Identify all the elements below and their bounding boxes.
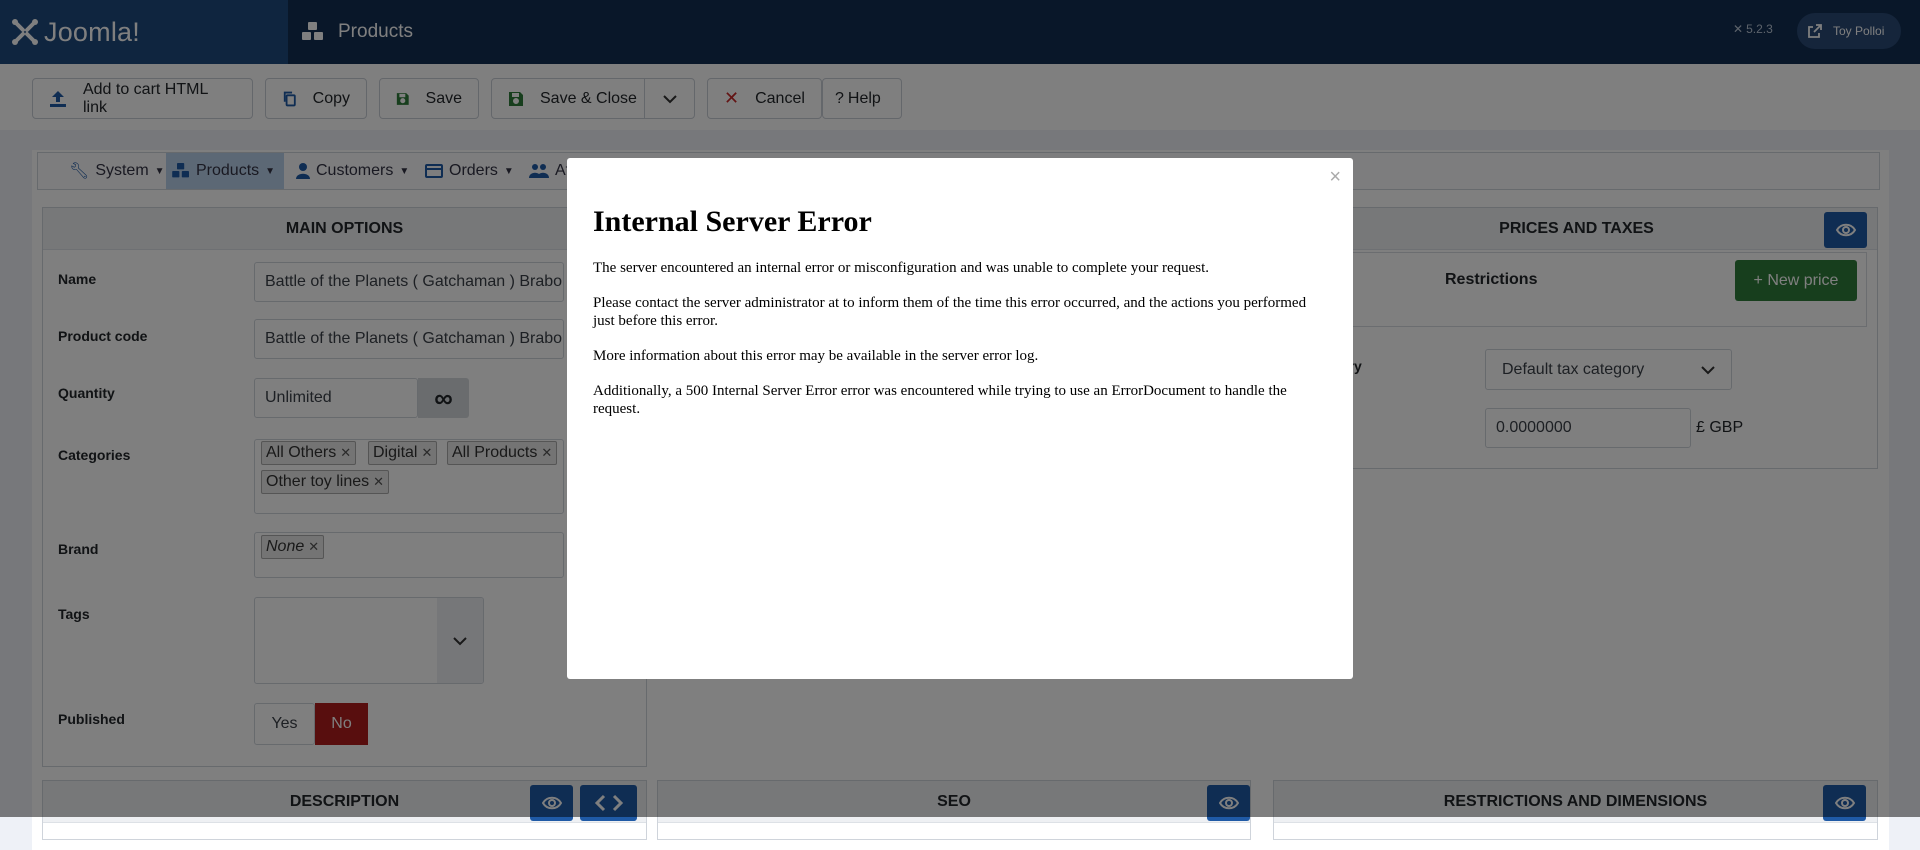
error-paragraph: Additionally, a 500 Internal Server Erro… — [593, 383, 1287, 417]
error-title: Internal Server Error — [593, 205, 872, 238]
modal-close-button[interactable]: × — [1329, 166, 1341, 189]
error-paragraph: The server encountered an internal error… — [593, 260, 1210, 276]
error-paragraph: Please contact the server administrator … — [593, 295, 1307, 329]
error-paragraph: More information about this error may be… — [593, 348, 1039, 364]
error-modal: × Internal Server Error The server encou… — [567, 158, 1353, 679]
